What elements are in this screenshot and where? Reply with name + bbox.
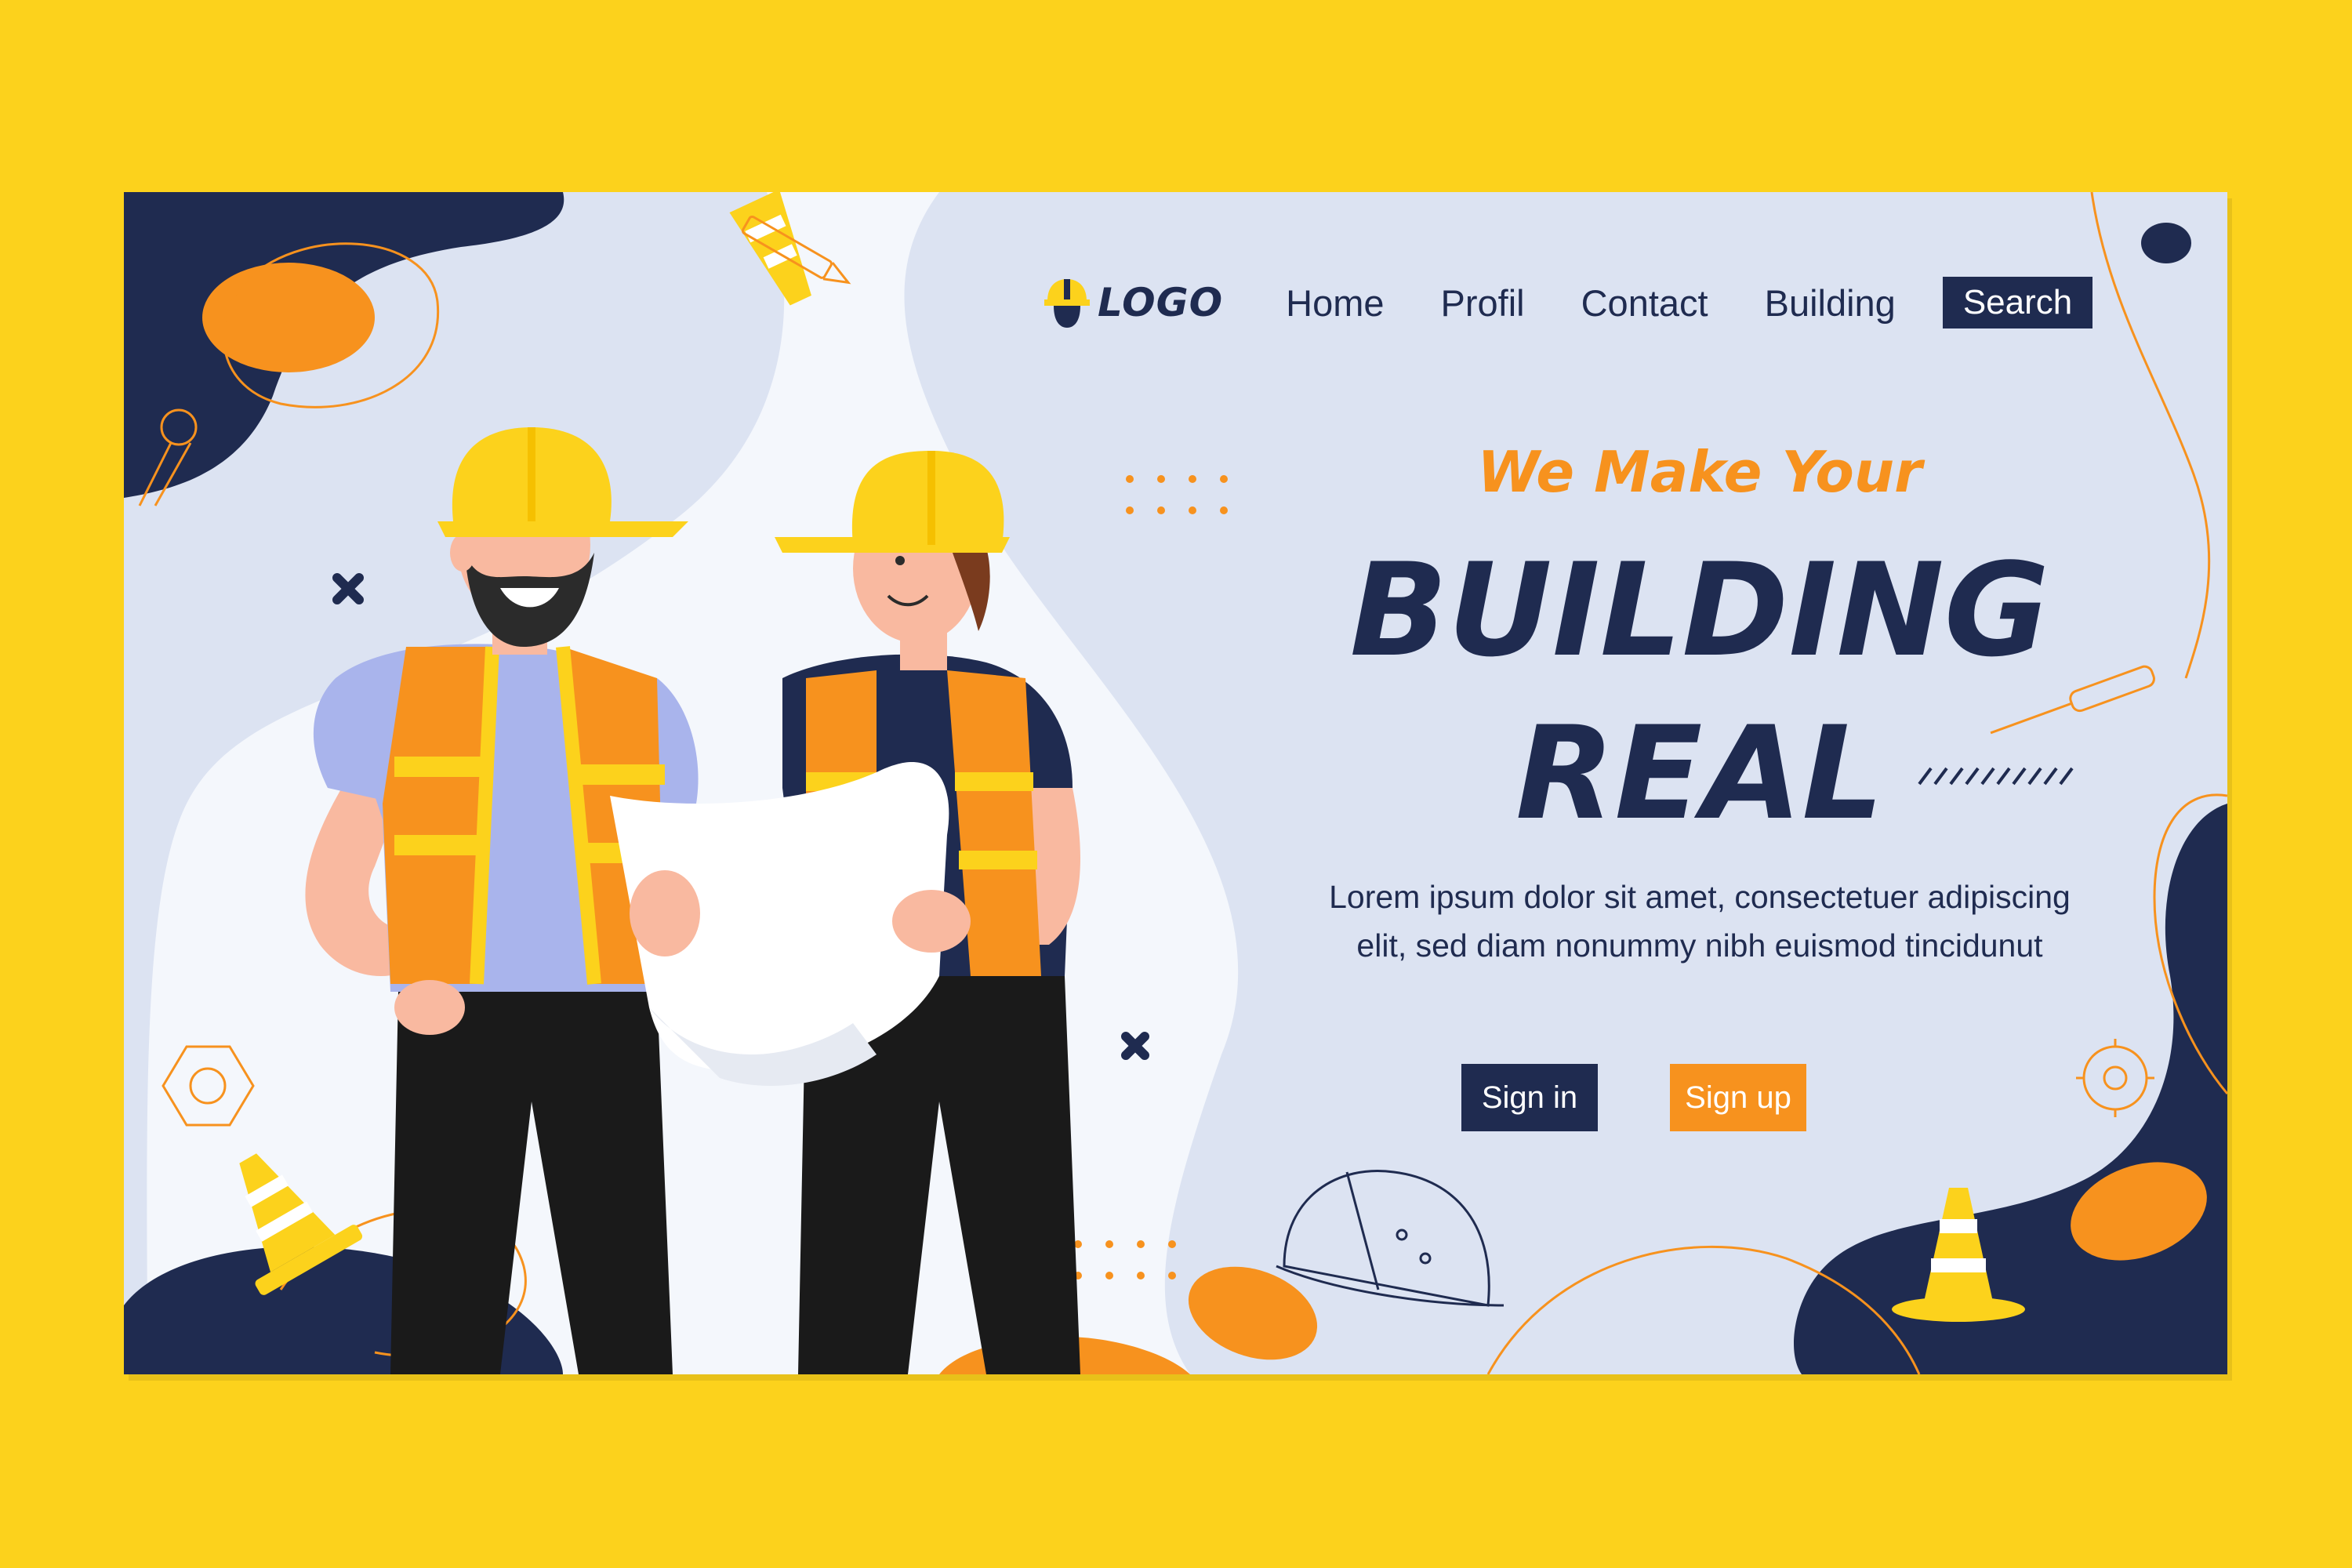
hero-headline-line2: REAL: [1515, 699, 1884, 848]
nav-link-profil[interactable]: Profil: [1441, 281, 1525, 325]
nav-link-contact[interactable]: Contact: [1581, 281, 1708, 325]
hero-description: Lorem ipsum dolor sit amet, consectetuer…: [1329, 879, 2071, 964]
hero-headline: BUILDING REAL: [1269, 529, 2131, 855]
orange-blob-top-left: [202, 263, 375, 372]
nav-link-building[interactable]: Building: [1765, 281, 1896, 325]
helmet-outline-icon: [1276, 1170, 1504, 1307]
top-nav: LOGO Home Profil Contact Building Search: [1043, 274, 2093, 331]
hero-tagline: We Make Your: [1477, 439, 1922, 505]
navy-blob-top-right: [2141, 223, 2191, 263]
search-button[interactable]: Search: [1942, 277, 2093, 328]
hero-headline-line1: BUILDING: [1349, 535, 2050, 685]
logo[interactable]: LOGO: [1043, 274, 1223, 331]
landing-page-card: LOGO Home Profil Contact Building Search…: [124, 192, 2227, 1374]
hard-hat-icon: [1044, 279, 1090, 328]
orange-blob-bottom-center: [1188, 1266, 1318, 1360]
sign-up-button[interactable]: Sign up: [1670, 1064, 1806, 1131]
logo-text: LOGO: [1098, 280, 1224, 325]
nav-link-home[interactable]: Home: [1286, 281, 1384, 325]
sign-in-button[interactable]: Sign in: [1461, 1064, 1598, 1131]
gear-outline-icon: [2076, 1039, 2154, 1117]
